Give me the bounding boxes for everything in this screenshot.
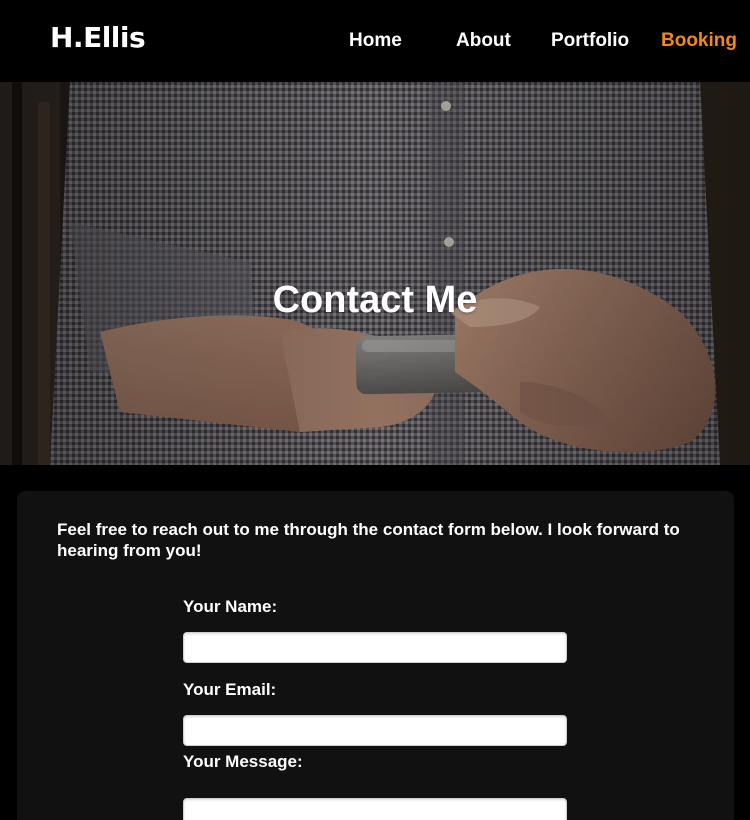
name-label: Your Name: [183, 597, 278, 616]
email-input[interactable] [183, 715, 567, 746]
message-textarea[interactable] [183, 798, 567, 820]
page-title: Contact Me [272, 279, 478, 322]
hero-banner: Contact Me [0, 82, 750, 465]
nav-link-booking[interactable]: Booking [661, 30, 737, 52]
hero-photo [0, 82, 750, 465]
message-label: Your Message: [183, 752, 303, 771]
intro-text: Feel free to reach out to me through the… [57, 520, 680, 560]
contact-page: H.Ellis Home About Portfolio Booking Con… [0, 0, 750, 820]
site-logo[interactable]: H.Ellis [50, 21, 146, 55]
nav-link-portfolio[interactable]: Portfolio [551, 30, 629, 52]
nav-link-home[interactable]: Home [349, 30, 402, 52]
nav-link-about[interactable]: About [456, 30, 511, 52]
email-label: Your Email: [183, 680, 277, 699]
name-input[interactable] [183, 632, 567, 663]
contact-card: Feel free to reach out to me through the… [17, 491, 734, 820]
top-navbar: H.Ellis Home About Portfolio Booking [0, 0, 750, 82]
